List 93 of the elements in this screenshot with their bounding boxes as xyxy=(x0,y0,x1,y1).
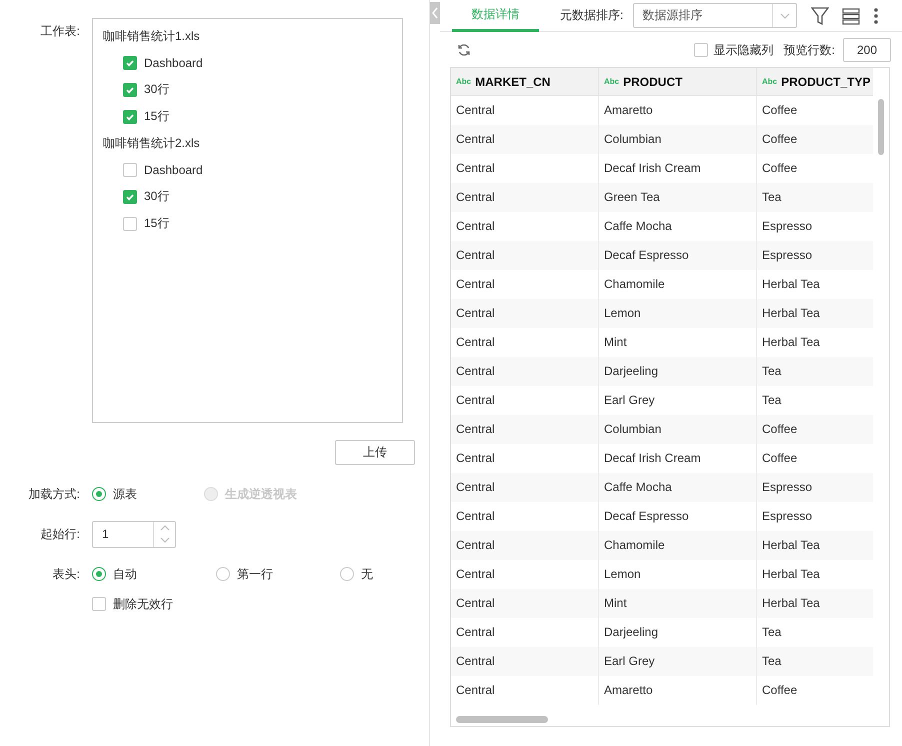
option-label[interactable]: 第一行 xyxy=(237,566,273,582)
table-cell-text: Coffee xyxy=(761,160,798,177)
table-cell: Central xyxy=(451,241,599,270)
sheet-label[interactable]: 30行 xyxy=(144,188,170,205)
table-cell: Mint xyxy=(599,589,757,618)
column-header[interactable]: Abc PRODUCT_TYP xyxy=(757,68,873,95)
number-input[interactable]: 1 xyxy=(92,520,176,548)
scrollbar-thumb[interactable] xyxy=(456,716,548,723)
type-tag: Abc xyxy=(456,77,472,86)
checkbox[interactable] xyxy=(123,82,137,96)
table-cell: Caffe Mocha xyxy=(599,473,757,502)
table-cell: Central xyxy=(451,415,599,444)
table-cell: Columbian xyxy=(599,415,757,444)
sheet-label[interactable]: Dashboard xyxy=(144,162,203,176)
table-cell: Columbian xyxy=(599,125,757,154)
file-name: 咖啡销售统计1.xls xyxy=(103,28,201,45)
table-cell-text: Espresso xyxy=(761,218,814,235)
radio-button[interactable] xyxy=(92,567,106,581)
table-cell: Central xyxy=(451,125,599,154)
table-cell: Central xyxy=(451,589,599,618)
table-cell-text: Herbal Tea xyxy=(761,276,821,293)
table-cell: Green Tea xyxy=(599,183,757,212)
sort-label: 元数据排序: xyxy=(560,7,624,24)
table-cell-text: Herbal Tea xyxy=(761,334,821,351)
table-cell-text: Espresso xyxy=(761,479,814,496)
list-icon[interactable] xyxy=(842,6,860,24)
collapse-handle[interactable] xyxy=(430,2,440,24)
table-cell: Chamomile xyxy=(599,531,757,560)
option-label[interactable]: 源表 xyxy=(113,486,137,502)
filter-icon[interactable] xyxy=(811,6,830,26)
column-header[interactable]: Abc MARKET_CN xyxy=(451,68,599,95)
table-cell: Central xyxy=(451,676,599,705)
sheet-label[interactable]: Dashboard xyxy=(144,56,203,70)
checkbox[interactable] xyxy=(92,597,106,611)
table-cell-text: Herbal Tea xyxy=(761,595,821,612)
table-cell-text: Espresso xyxy=(761,247,814,264)
radio-button[interactable] xyxy=(92,487,106,501)
column-header[interactable]: Abc PRODUCT xyxy=(599,68,757,95)
table-cell-text: Tea xyxy=(761,624,782,641)
option-label[interactable]: 无 xyxy=(361,566,373,582)
file-name: 咖啡销售统计2.xls xyxy=(103,135,201,152)
table-cell-text: Tea xyxy=(761,653,782,670)
table-cell-text: Herbal Tea xyxy=(761,305,821,322)
table-cell: Earl Grey xyxy=(599,647,757,676)
table-cell: Lemon xyxy=(599,299,757,328)
type-tag: Abc xyxy=(762,77,778,86)
table-cell: Central xyxy=(451,647,599,676)
checkbox[interactable] xyxy=(123,56,137,70)
field-label: 起始行: xyxy=(40,526,81,543)
checkbox[interactable] xyxy=(123,110,137,124)
table-cell-text: Herbal Tea xyxy=(761,566,821,583)
table-cell: Central xyxy=(451,299,599,328)
table-cell-text: Coffee xyxy=(761,102,798,119)
upload-button[interactable]: 上传 xyxy=(335,440,415,465)
sheet-label[interactable]: 15行 xyxy=(144,108,170,125)
caret-icon xyxy=(780,12,790,18)
type-tag: Abc xyxy=(604,77,620,86)
checkbox-label[interactable]: 删除无效行 xyxy=(113,596,173,612)
option-label[interactable]: 自动 xyxy=(113,566,137,582)
checkbox[interactable] xyxy=(123,216,137,230)
preview-rows-input[interactable]: 200 xyxy=(843,38,891,62)
table-cell: Decaf Espresso xyxy=(599,241,757,270)
checkbox-label[interactable]: 显示隐藏列 xyxy=(714,42,774,58)
table-cell: Central xyxy=(451,531,599,560)
sheet-label[interactable]: 30行 xyxy=(144,81,170,98)
checkbox[interactable] xyxy=(123,190,137,204)
table-cell-text: Herbal Tea xyxy=(761,537,821,554)
table-cell: Central xyxy=(451,357,599,386)
table-cell-text: Tea xyxy=(761,363,782,380)
table-cell-text: Coffee xyxy=(761,131,798,148)
sort-dropdown[interactable]: 数据源排序 xyxy=(633,3,798,28)
table-cell-text: Coffee xyxy=(761,682,798,699)
radio-button[interactable] xyxy=(216,567,230,581)
field-label: 表头: xyxy=(52,566,81,583)
field-label: 工作表: xyxy=(40,23,81,40)
more-icon[interactable] xyxy=(873,6,880,24)
table-cell: Central xyxy=(451,183,599,212)
table-cell: Central xyxy=(451,473,599,502)
checkbox[interactable] xyxy=(694,43,708,57)
sheet-label[interactable]: 15行 xyxy=(144,215,170,232)
radio-button[interactable] xyxy=(340,567,354,581)
table-cell-text: Tea xyxy=(761,189,782,206)
table-cell-text: Coffee xyxy=(761,421,798,438)
table-cell: Amaretto xyxy=(599,676,757,705)
table-cell-text: Tea xyxy=(761,392,782,409)
table-cell-text: Espresso xyxy=(761,508,814,525)
preview-label: 预览行数: xyxy=(784,42,835,58)
field-label: 加载方式: xyxy=(28,486,81,503)
table-cell: Darjeeling xyxy=(599,357,757,386)
refresh-icon[interactable] xyxy=(457,43,471,57)
scrollbar-thumb[interactable] xyxy=(878,99,884,155)
checkbox[interactable] xyxy=(123,162,137,176)
table-cell-text: Coffee xyxy=(761,450,798,467)
